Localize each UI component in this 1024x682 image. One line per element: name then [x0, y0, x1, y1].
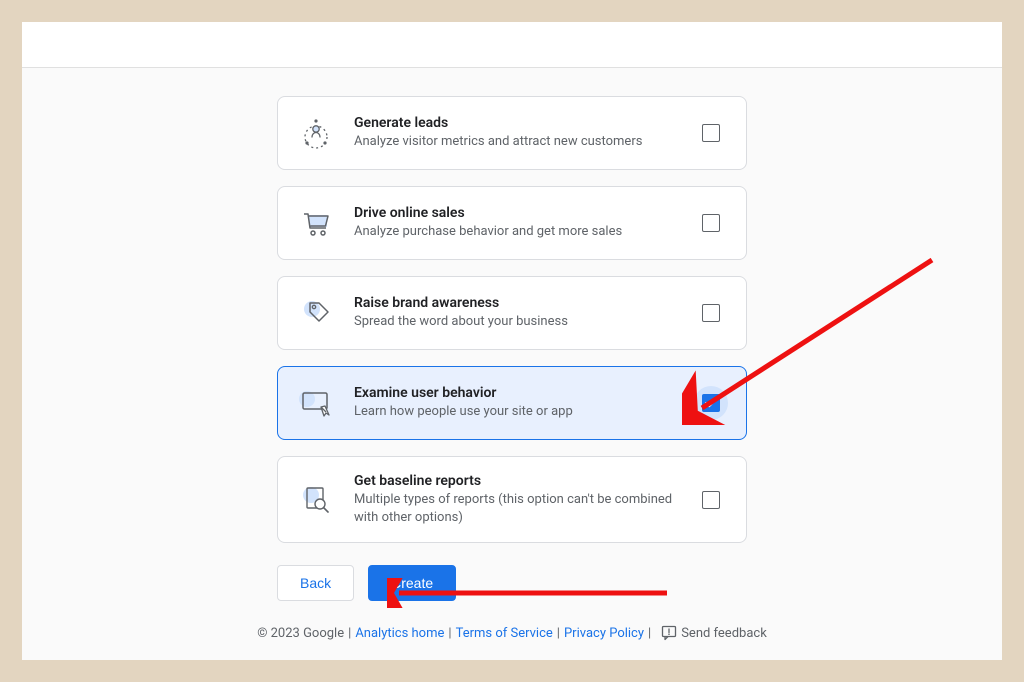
cart-icon [296, 203, 336, 243]
option-desc: Analyze visitor metrics and attract new … [354, 133, 676, 151]
checkbox-wrap [694, 206, 728, 240]
checkbox-wrap [694, 116, 728, 150]
option-title: Drive online sales [354, 205, 676, 221]
report-search-icon [296, 480, 336, 520]
privacy-link[interactable]: Privacy Policy [564, 626, 644, 641]
option-raise-brand-awareness[interactable]: Raise brand awareness Spread the word ab… [277, 276, 747, 350]
back-button[interactable]: Back [277, 565, 354, 601]
option-desc: Analyze purchase behavior and get more s… [354, 223, 676, 241]
option-list: Generate leads Analyze visitor metrics a… [277, 96, 747, 543]
option-desc: Spread the word about your business [354, 313, 676, 331]
checkbox-wrap [694, 386, 728, 420]
option-texts: Examine user behavior Learn how people u… [354, 385, 676, 421]
copyright-text: © 2023 Google [257, 626, 344, 641]
top-bar [22, 22, 1002, 68]
option-title: Raise brand awareness [354, 295, 676, 311]
tag-icon [296, 293, 336, 333]
content-area: Generate leads Analyze visitor metrics a… [22, 68, 1002, 660]
checkbox[interactable] [702, 394, 720, 412]
option-texts: Drive online sales Analyze purchase beha… [354, 205, 676, 241]
create-button[interactable]: Create [368, 565, 456, 601]
terms-link[interactable]: Terms of Service [456, 626, 553, 641]
screen-cursor-icon [296, 383, 336, 423]
option-texts: Generate leads Analyze visitor metrics a… [354, 115, 676, 151]
checkbox[interactable] [702, 304, 720, 322]
option-drive-online-sales[interactable]: Drive online sales Analyze purchase beha… [277, 186, 747, 260]
option-desc: Multiple types of reports (this option c… [354, 491, 676, 526]
checkbox-wrap [694, 483, 728, 517]
leads-icon [296, 113, 336, 153]
checkbox-wrap [694, 296, 728, 330]
option-title: Get baseline reports [354, 473, 676, 489]
option-examine-user-behavior[interactable]: Examine user behavior Learn how people u… [277, 366, 747, 440]
option-title: Examine user behavior [354, 385, 676, 401]
option-desc: Learn how people use your site or app [354, 403, 676, 421]
option-texts: Get baseline reports Multiple types of r… [354, 473, 676, 526]
page-footer: © 2023 Google | Analytics home | Terms o… [257, 625, 767, 641]
analytics-home-link[interactable]: Analytics home [355, 626, 444, 641]
option-texts: Raise brand awareness Spread the word ab… [354, 295, 676, 331]
send-feedback-link[interactable]: Send feedback [681, 626, 767, 641]
checkbox[interactable] [702, 124, 720, 142]
checkbox[interactable] [702, 214, 720, 232]
app-frame: Generate leads Analyze visitor metrics a… [22, 22, 1002, 660]
option-title: Generate leads [354, 115, 676, 131]
feedback-icon [661, 625, 677, 641]
checkbox[interactable] [702, 491, 720, 509]
option-get-baseline-reports[interactable]: Get baseline reports Multiple types of r… [277, 456, 747, 543]
option-generate-leads[interactable]: Generate leads Analyze visitor metrics a… [277, 96, 747, 170]
action-row: Back Create [277, 565, 747, 601]
